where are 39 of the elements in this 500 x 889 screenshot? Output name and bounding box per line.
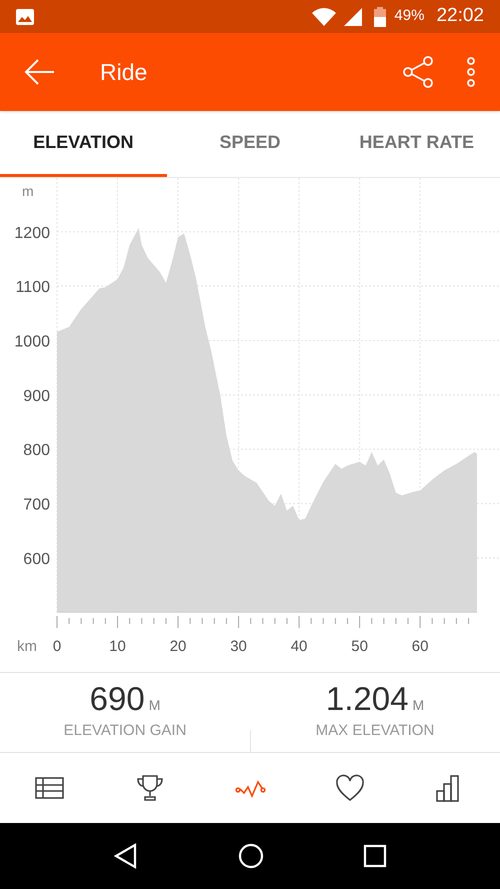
tab[interactable]: HEART RATE xyxy=(333,111,500,177)
stat-value: 690 xyxy=(90,682,145,716)
recents-icon[interactable] xyxy=(362,844,387,868)
x-axis-label: 10 xyxy=(109,638,126,655)
back-arrow-icon xyxy=(24,59,54,85)
share-button[interactable] xyxy=(402,56,434,88)
home-icon[interactable] xyxy=(238,843,264,869)
tab[interactable]: ELEVATION xyxy=(0,111,167,177)
more-button[interactable] xyxy=(466,57,476,87)
y-axis-label: 700 xyxy=(23,496,50,514)
x-axis-label: 60 xyxy=(412,638,428,655)
y-axis-label: 1200 xyxy=(14,224,50,242)
y-axis-unit: m xyxy=(22,183,34,199)
y-axis-label: 1100 xyxy=(16,279,50,296)
x-axis-label: 20 xyxy=(170,638,186,655)
x-axis-label: 50 xyxy=(351,638,368,655)
signal-icon xyxy=(344,8,362,26)
x-axis-unit: km xyxy=(17,638,37,655)
battery-percent: 49% xyxy=(394,6,424,26)
x-axis-label: 40 xyxy=(290,638,308,655)
stat-unit: M xyxy=(148,696,160,716)
wifi-icon xyxy=(312,8,336,26)
x-axis-label: 0 xyxy=(52,638,62,655)
battery-icon xyxy=(374,6,386,26)
tab[interactable]: SPEED xyxy=(166,111,334,177)
y-axis-label: 1000 xyxy=(14,334,50,351)
image-icon xyxy=(16,8,34,24)
stat-label: MAX ELEVATION xyxy=(316,721,434,742)
y-axis-label: 800 xyxy=(23,442,50,460)
stat-value: 1.204 xyxy=(326,682,408,716)
share-icon xyxy=(402,56,434,88)
more-icon xyxy=(466,57,476,87)
stat-label: ELEVATION GAIN xyxy=(64,721,186,742)
y-axis-label: 600 xyxy=(23,550,50,568)
clock: 22:02 xyxy=(436,4,484,28)
toolbar-title: Ride xyxy=(100,58,148,87)
x-axis-label: 30 xyxy=(230,638,247,655)
stat-unit: M xyxy=(412,696,424,716)
y-axis-label: 900 xyxy=(23,388,50,405)
